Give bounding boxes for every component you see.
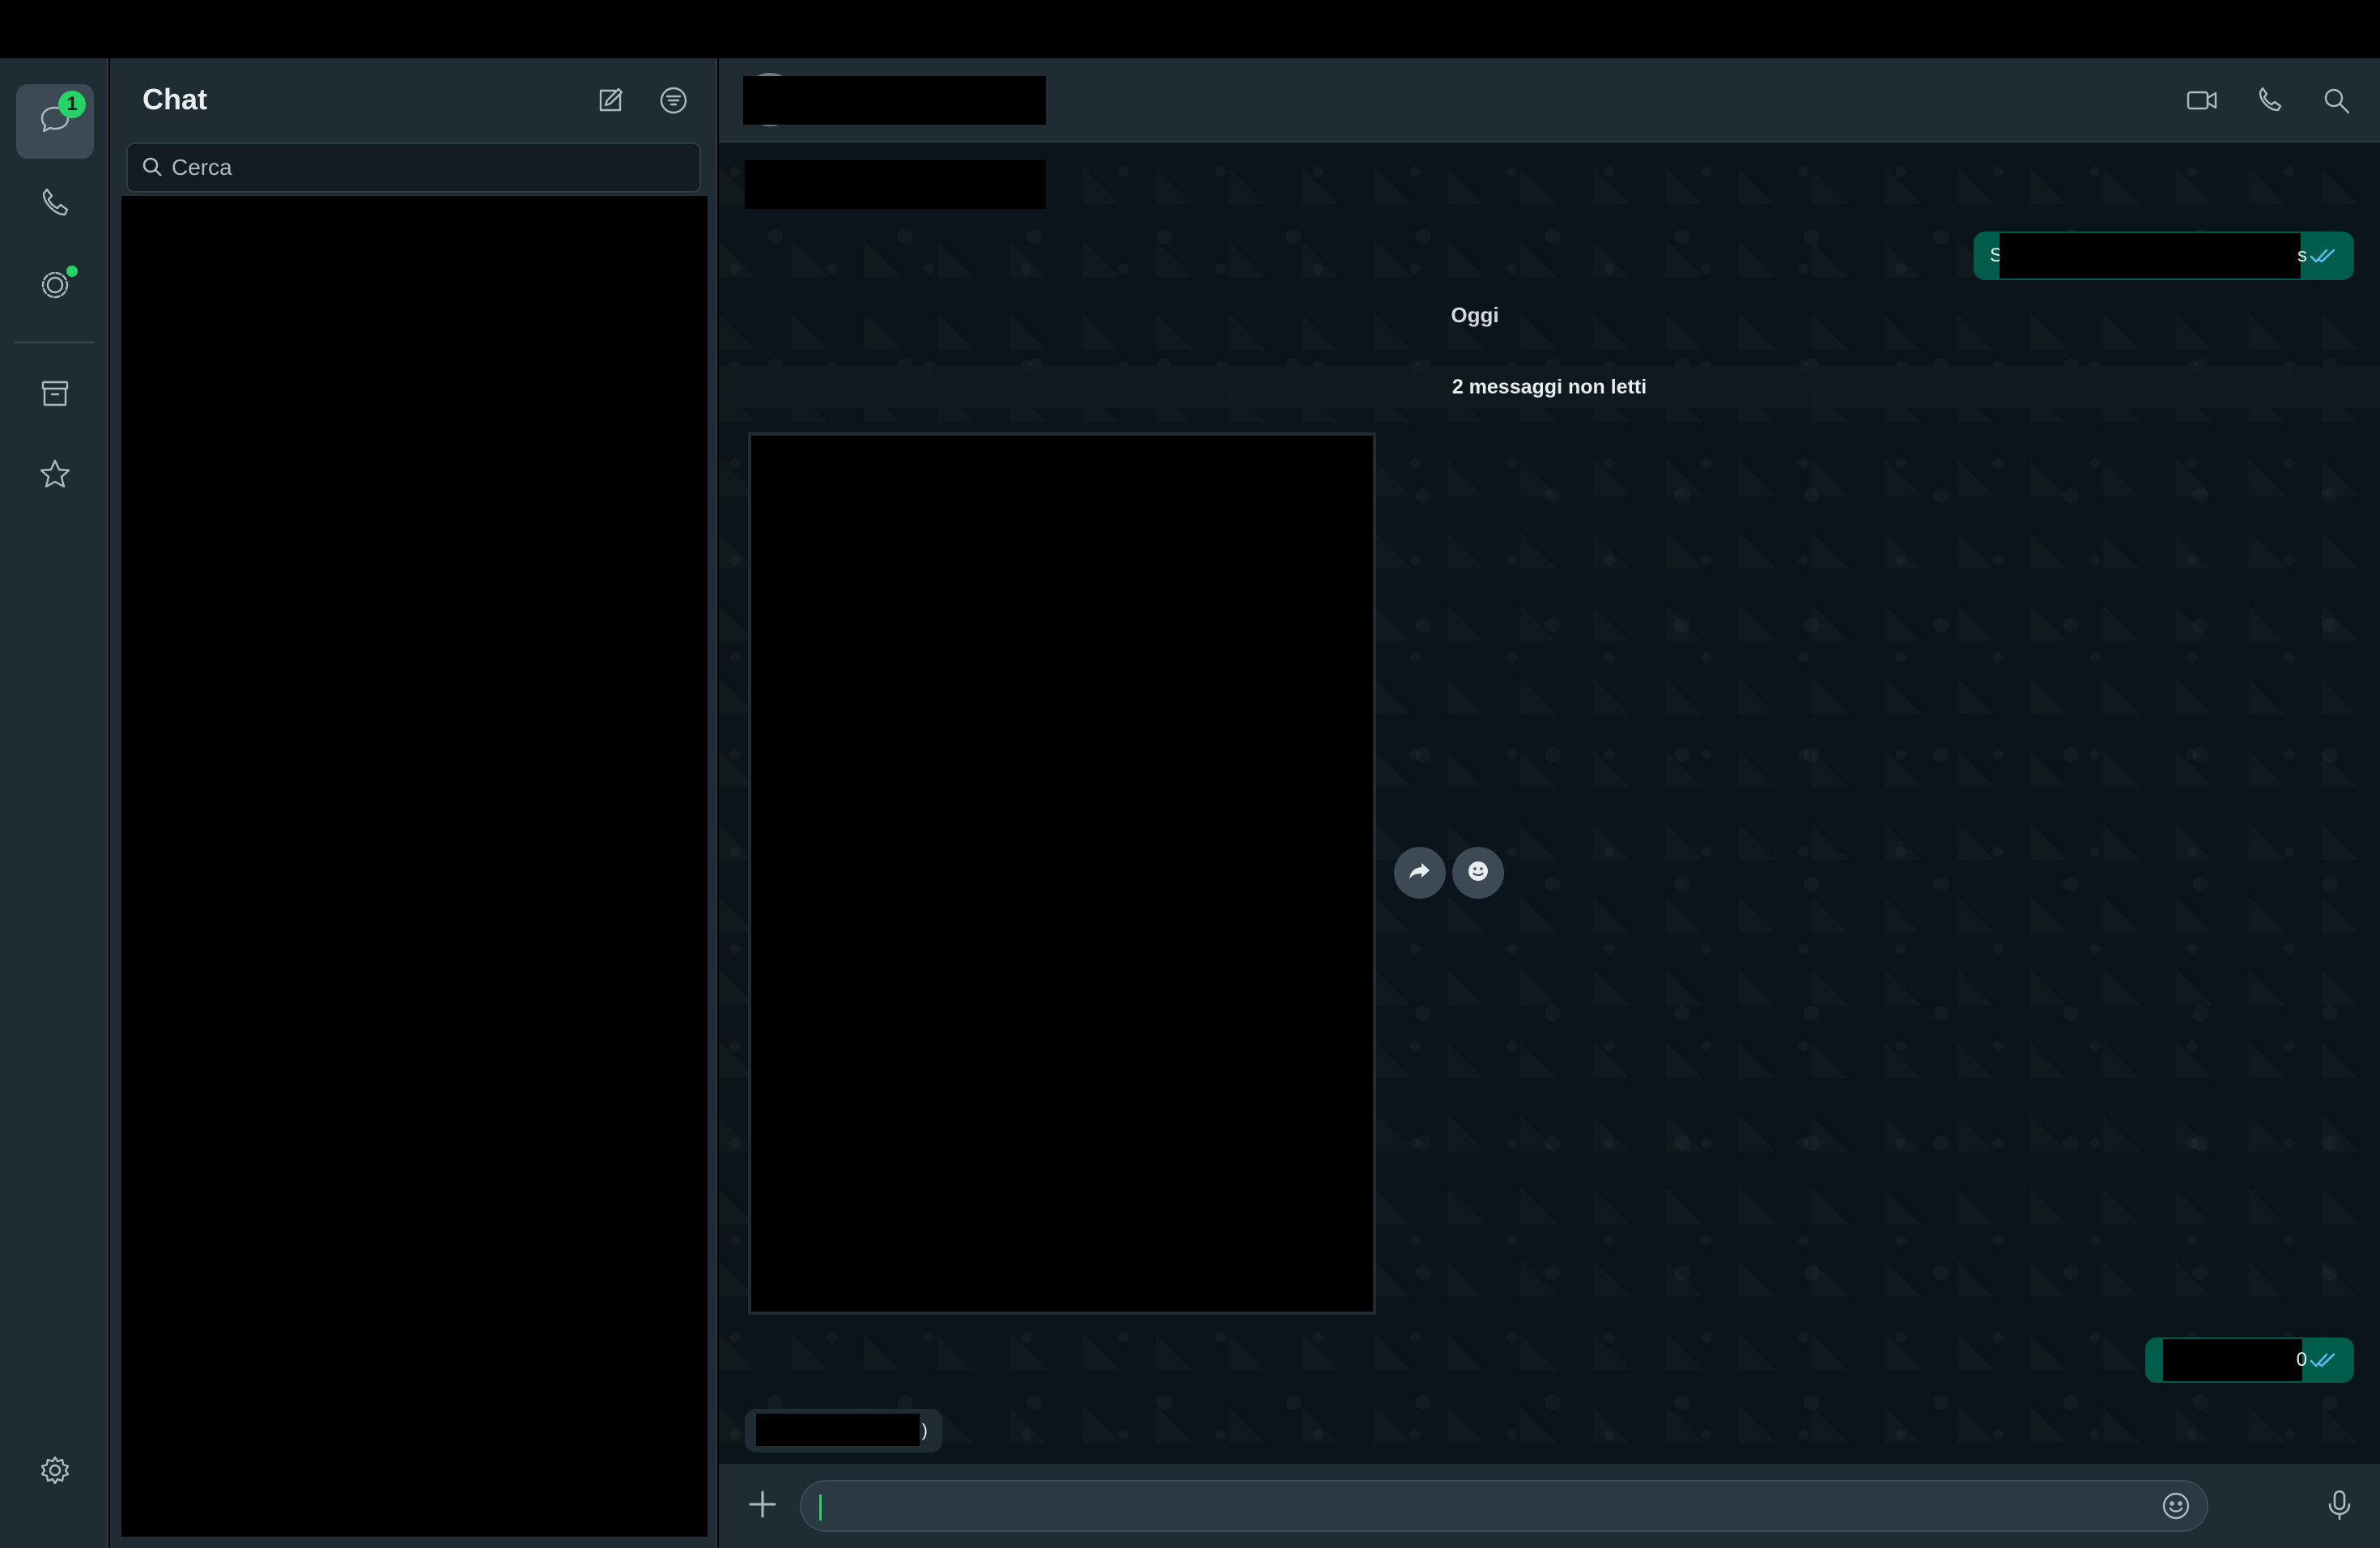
emoji-button[interactable] <box>2157 1488 2195 1527</box>
message-input[interactable] <box>819 1493 2142 1519</box>
filter-icon <box>657 84 690 121</box>
date-separator: Oggi <box>1451 303 1499 327</box>
nav-starred-button[interactable] <box>16 439 94 513</box>
message-text-end: 0 <box>2296 1349 2307 1371</box>
microphone-icon <box>2323 1487 2357 1525</box>
redacted-text <box>756 1414 920 1446</box>
message-text-end: ) <box>921 1420 928 1440</box>
nav-chats-button[interactable]: 1 <box>16 84 94 159</box>
search-in-chat-button[interactable] <box>2314 79 2359 125</box>
incoming-media-redacted[interactable] <box>748 432 1376 1315</box>
redacted-text <box>2000 233 2301 279</box>
star-icon <box>36 455 74 498</box>
nav-rail: 1 <box>0 58 108 1548</box>
chat-list-panel: Chat <box>110 58 717 1548</box>
read-ticks-icon <box>2309 1350 2338 1370</box>
nav-settings-button[interactable] <box>16 1435 94 1509</box>
status-new-dot <box>66 266 78 277</box>
rail-divider <box>15 342 94 343</box>
unread-badge: 1 <box>58 91 86 118</box>
chat-list-redacted[interactable] <box>121 196 708 1537</box>
search-box[interactable] <box>126 142 701 193</box>
message-composer <box>719 1464 2380 1548</box>
attach-button[interactable] <box>738 1482 787 1530</box>
phone-icon <box>36 183 74 226</box>
forward-button[interactable] <box>1394 847 1446 899</box>
voice-message-button[interactable] <box>2315 1482 2364 1530</box>
chat-list-title: Chat <box>142 83 207 116</box>
unread-messages-banner: 2 messaggi non letti <box>719 366 2380 408</box>
nav-archived-button[interactable] <box>16 358 94 432</box>
gear-icon <box>36 1451 74 1494</box>
video-camera-icon <box>2185 83 2219 121</box>
nav-calls-button[interactable] <box>16 167 94 241</box>
video-call-button[interactable] <box>2179 79 2225 125</box>
smiley-icon <box>1464 857 1493 890</box>
redacted-text <box>2163 1339 2302 1381</box>
contact-name-redacted[interactable] <box>743 76 1046 125</box>
react-button[interactable] <box>1452 847 1504 899</box>
new-chat-button[interactable] <box>589 81 631 123</box>
outgoing-message[interactable]: S s <box>1974 232 2354 280</box>
outgoing-message[interactable]: 0 <box>2145 1337 2354 1383</box>
text-caret <box>819 1495 822 1520</box>
emoji-icon <box>2160 1490 2192 1526</box>
compose-icon <box>594 84 627 121</box>
conversation-header[interactable] <box>719 58 2380 142</box>
redacted-message <box>745 160 1046 209</box>
window-titlebar <box>0 0 2380 58</box>
message-input-box[interactable] <box>800 1480 2208 1532</box>
incoming-message[interactable]: ) <box>745 1409 942 1452</box>
phone-icon <box>2253 83 2287 121</box>
search-icon <box>139 154 167 181</box>
nav-status-button[interactable] <box>16 249 94 324</box>
plus-icon <box>746 1487 780 1525</box>
message-text-end: s <box>2297 245 2307 266</box>
search-icon <box>2319 83 2353 121</box>
voice-call-button[interactable] <box>2247 79 2293 125</box>
read-ticks-icon <box>2309 246 2338 266</box>
forward-arrow-icon <box>1405 857 1434 890</box>
search-input[interactable] <box>172 155 699 181</box>
filter-button[interactable] <box>652 81 695 123</box>
archive-icon <box>36 374 74 417</box>
